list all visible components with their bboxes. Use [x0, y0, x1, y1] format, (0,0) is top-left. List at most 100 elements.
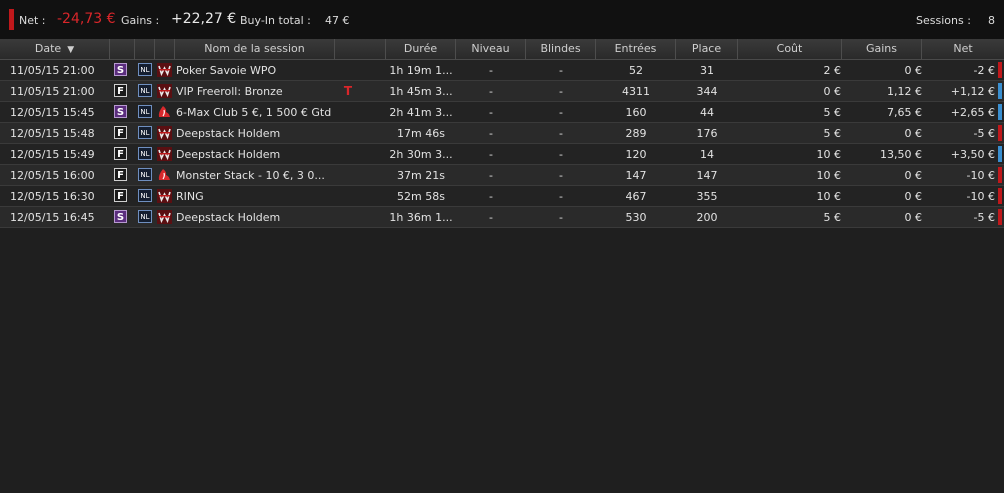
ticket-flag	[342, 123, 354, 143]
net-indicator	[9, 9, 14, 30]
buyin-label: Buy-In total :	[240, 14, 311, 27]
winamax-icon	[157, 126, 172, 140]
session-place: 44	[700, 106, 714, 119]
session-duration: 2h 41m 3...	[389, 106, 453, 119]
session-place: 200	[696, 211, 718, 224]
table-row[interactable]: 12/05/15 16:45 S NL Deepstack Holdem 1h 36m …	[0, 207, 1004, 228]
session-cost: 10 €	[816, 169, 842, 182]
col-blindes[interactable]: Blindes	[526, 39, 596, 59]
col-room[interactable]	[155, 39, 175, 59]
session-place: 147	[696, 169, 718, 182]
session-entries: 530	[625, 211, 647, 224]
table-row[interactable]: 12/05/15 15:48 F NL Deepstack Holdem 17m 46s…	[0, 123, 1004, 144]
winamax-icon	[157, 147, 172, 161]
session-entries: 52	[629, 64, 643, 77]
col-type[interactable]	[110, 39, 135, 59]
session-net: -10 €	[966, 169, 995, 182]
session-date: 12/05/15 15:48	[10, 127, 95, 140]
col-place[interactable]: Place	[676, 39, 738, 59]
sessions-value: 8	[988, 14, 995, 27]
game-type-badge: NL	[138, 147, 152, 160]
session-gains: 0 €	[904, 64, 923, 77]
winamax-icon	[157, 63, 172, 77]
session-gains: 13,50 €	[880, 148, 922, 161]
session-date: 12/05/15 16:45	[10, 211, 95, 224]
winamax-icon	[157, 189, 172, 203]
table-row[interactable]: 11/05/15 21:00 F NL VIP Freeroll: Bronze T 1h…	[0, 81, 1004, 102]
col-entrees[interactable]: Entrées	[596, 39, 676, 59]
session-entries: 467	[625, 190, 647, 203]
session-cost: 5 €	[823, 106, 842, 119]
sessions-label: Sessions :	[916, 14, 971, 27]
game-type-badge: NL	[138, 210, 152, 223]
session-level: -	[489, 106, 493, 119]
game-type-badge: NL	[138, 168, 152, 181]
session-type-badge: F	[114, 168, 127, 181]
session-duration: 52m 58s	[397, 190, 445, 203]
session-place: 176	[696, 127, 718, 140]
col-date[interactable]: Date ▼	[0, 39, 110, 59]
col-niveau[interactable]: Niveau	[456, 39, 526, 59]
ticket-flag	[342, 165, 354, 185]
session-date: 11/05/15 21:00	[10, 64, 95, 77]
col-gains[interactable]: Gains	[842, 39, 922, 59]
ticket-flag	[342, 144, 354, 164]
col-cout[interactable]: Coût	[738, 39, 842, 59]
session-gains: 0 €	[904, 169, 923, 182]
session-type-badge: S	[114, 63, 127, 76]
session-net: -2 €	[973, 64, 995, 77]
session-place: 355	[696, 190, 718, 203]
table-row[interactable]: 12/05/15 15:49 F NL Deepstack Holdem 2h 30m …	[0, 144, 1004, 165]
session-type-badge: F	[114, 126, 127, 139]
sort-desc-icon: ▼	[67, 45, 75, 55]
summary-bar: Net : -24,73 € Gains : +22,27 € Buy-In t…	[0, 0, 1004, 39]
session-net: -5 €	[973, 211, 995, 224]
session-cost: 5 €	[823, 127, 842, 140]
table-row[interactable]: 12/05/15 16:00 F NL Monster Stack - 10 €, 3…	[0, 165, 1004, 186]
col-net[interactable]: Net	[922, 39, 1004, 59]
table-row[interactable]: 12/05/15 16:30 F NL RING 52m 58s - - 467 355 10 €…	[0, 186, 1004, 207]
session-net: -5 €	[973, 127, 995, 140]
session-level: -	[489, 148, 493, 161]
session-blinds: -	[559, 85, 563, 98]
session-date: 11/05/15 21:00	[10, 85, 95, 98]
ticket-flag	[342, 186, 354, 206]
session-gains: 0 €	[904, 190, 923, 203]
session-entries: 147	[625, 169, 647, 182]
game-type-badge: NL	[138, 63, 152, 76]
session-duration: 1h 19m 1...	[389, 64, 453, 77]
table-row[interactable]: 11/05/15 21:00 S NL Poker Savoie WPO 1h 19m …	[0, 60, 1004, 81]
net-indicator-bar	[998, 188, 1002, 204]
session-blinds: -	[559, 190, 563, 203]
net-indicator-bar	[998, 209, 1002, 225]
session-name: 6-Max Club 5 €, 1 500 € Gtd	[176, 106, 332, 119]
session-gains: 0 €	[904, 127, 923, 140]
col-name[interactable]: Nom de la session	[175, 39, 335, 59]
session-duration: 37m 21s	[397, 169, 445, 182]
col-duree[interactable]: Durée	[386, 39, 456, 59]
ticket-flag	[342, 60, 354, 80]
session-net: +2,65 €	[950, 106, 995, 119]
session-place: 31	[700, 64, 714, 77]
net-indicator-bar	[998, 146, 1002, 162]
col-game[interactable]	[135, 39, 155, 59]
col-date-label: Date	[34, 42, 62, 55]
game-type-badge: NL	[138, 126, 152, 139]
session-date: 12/05/15 16:30	[10, 190, 95, 203]
session-cost: 5 €	[823, 211, 842, 224]
session-gains: 0 €	[904, 211, 923, 224]
gains-label: Gains :	[121, 14, 160, 27]
session-date: 12/05/15 15:49	[10, 148, 95, 161]
session-net: -10 €	[966, 190, 995, 203]
col-flag[interactable]	[335, 39, 386, 59]
session-gains: 1,12 €	[887, 85, 922, 98]
gains-value: +22,27 €	[171, 11, 237, 27]
session-cost: 10 €	[816, 190, 842, 203]
session-net: +1,12 €	[950, 85, 995, 98]
session-name: Deepstack Holdem	[176, 211, 281, 224]
net-indicator-bar	[998, 125, 1002, 141]
session-cost: 10 €	[816, 148, 842, 161]
table-row[interactable]: 12/05/15 15:45 S NL 6-Max Club 5 €, 1 500 €…	[0, 102, 1004, 123]
session-blinds: -	[559, 148, 563, 161]
session-entries: 120	[625, 148, 647, 161]
